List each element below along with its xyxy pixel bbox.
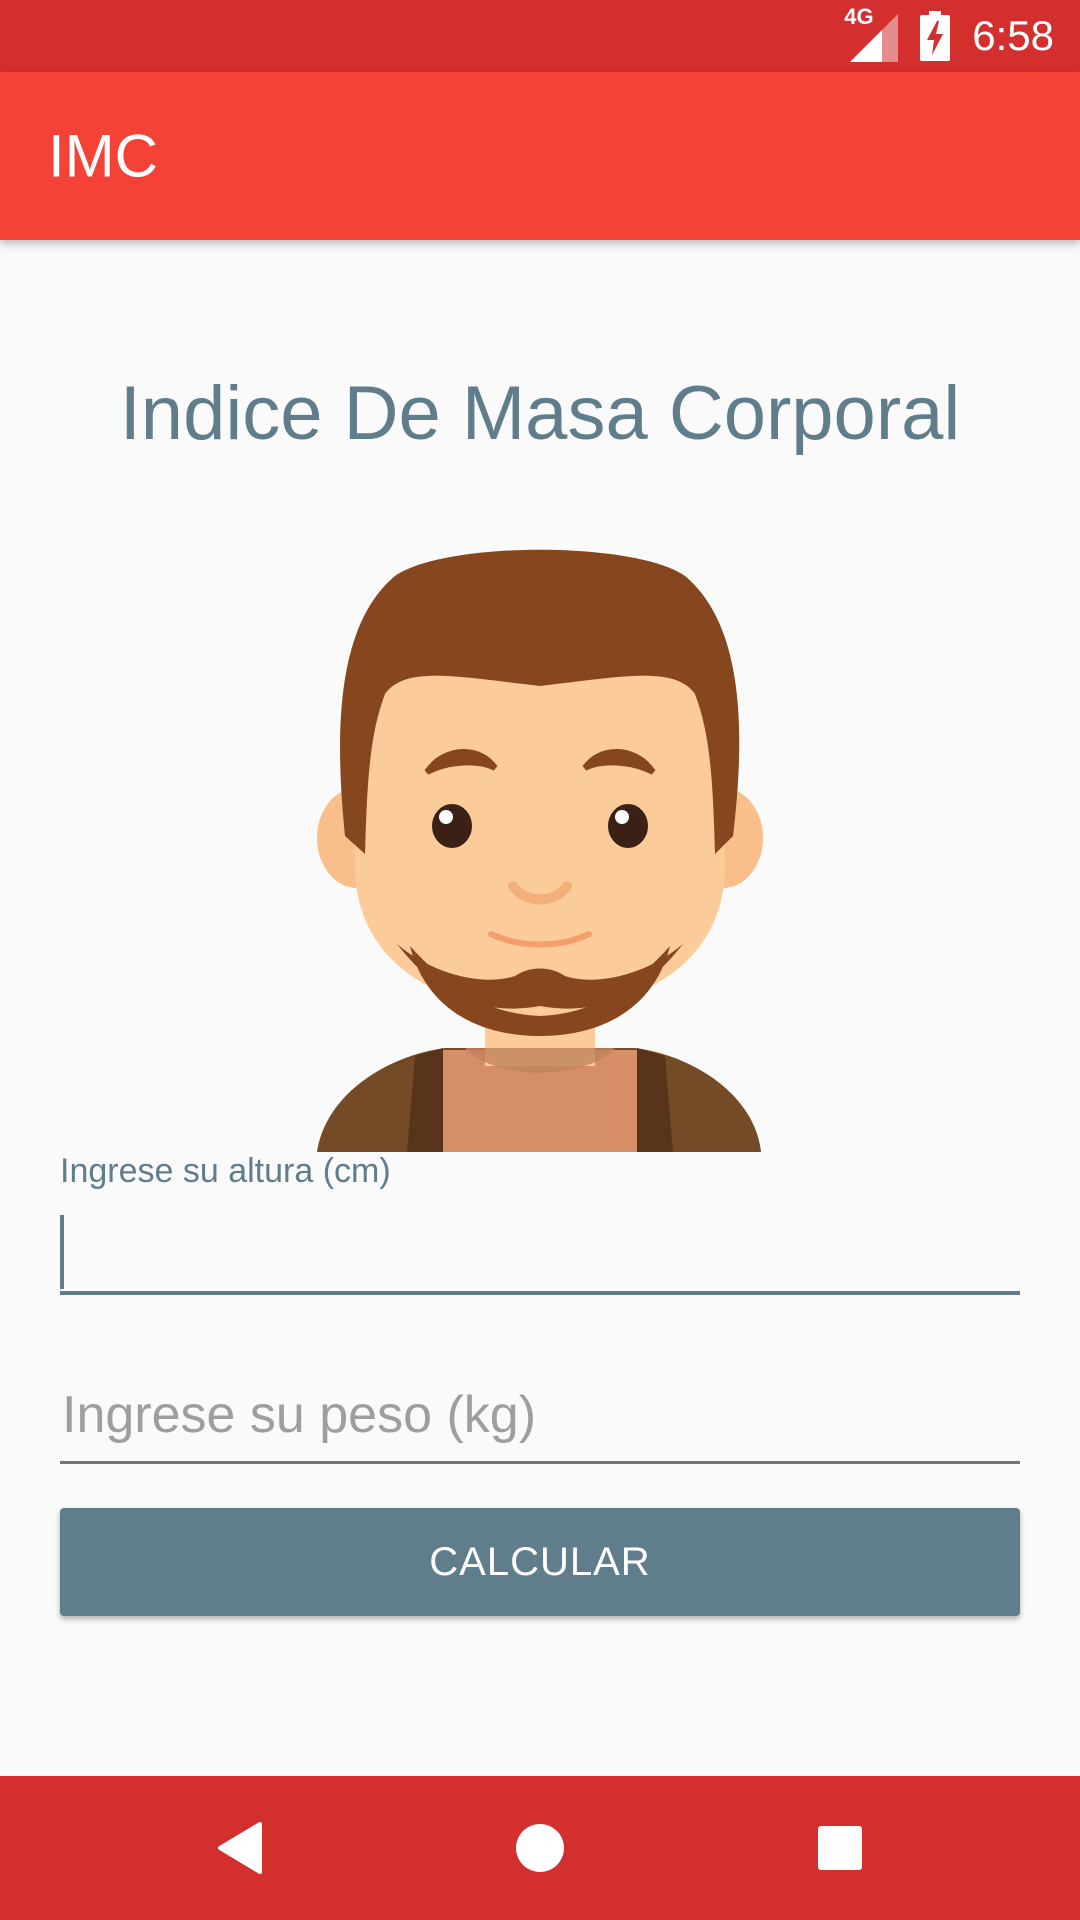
height-field-label: Ingrese su altura (cm) [60,1152,391,1190]
screen: 4G 6:58 IMC Indice De Masa Corporal Ingr… [0,0,1080,1920]
text-cursor [60,1215,64,1289]
signal-icon: 4G [844,4,899,62]
height-input[interactable] [60,1205,1020,1295]
man-avatar-icon [315,536,765,1152]
home-button[interactable] [468,1776,612,1920]
status-bar: 4G 6:58 [0,0,1080,72]
page-title: Indice De Masa Corporal [119,371,961,456]
navigation-bar [0,1776,1080,1920]
app-bar: IMC [0,72,1080,240]
clock: 6:58 [972,12,1054,59]
calculate-button[interactable]: CALCULAR [60,1508,1020,1616]
home-icon [516,1824,564,1872]
network-type-label: 4G [844,4,874,29]
battery-charging-icon [920,11,951,61]
recents-icon [818,1826,862,1870]
app-title: IMC [48,122,158,190]
back-button[interactable] [168,1776,312,1920]
recents-button[interactable] [768,1776,912,1920]
back-icon [218,1822,262,1874]
weight-input[interactable] [60,1368,1020,1464]
